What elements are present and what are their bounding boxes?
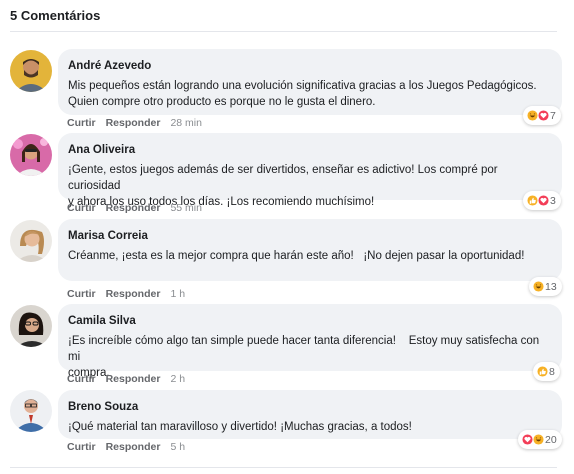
- comment-author[interactable]: Ana Oliveira: [68, 143, 552, 157]
- comment-author[interactable]: Camila Silva: [68, 314, 552, 328]
- reply-button[interactable]: Responder: [106, 202, 161, 214]
- reaction-count: 8: [549, 365, 555, 378]
- reply-button[interactable]: Responder: [106, 373, 161, 385]
- comment-time[interactable]: 2 h: [170, 373, 185, 385]
- reaction-count: 20: [545, 433, 557, 446]
- like-button[interactable]: Curtir: [67, 441, 96, 453]
- reply-button[interactable]: Responder: [106, 288, 161, 300]
- comment-actions: Curtir Responder 2 h: [67, 373, 185, 385]
- reaction-count: 3: [550, 194, 556, 207]
- reaction-count: 13: [545, 280, 557, 293]
- love-icon: [522, 434, 533, 445]
- comment-time[interactable]: 28 min: [170, 117, 202, 129]
- comment-bubble: Marisa Correia Créanme, ¡esta es la mejo…: [58, 219, 562, 281]
- avatar[interactable]: [10, 305, 52, 347]
- avatar[interactable]: [10, 50, 52, 92]
- haha-icon: [527, 110, 538, 121]
- like-button[interactable]: Curtir: [67, 117, 96, 129]
- haha-icon: [533, 281, 544, 292]
- comment-time[interactable]: 55 min: [170, 202, 202, 214]
- header-divider: [10, 31, 557, 32]
- like-button[interactable]: Curtir: [67, 288, 96, 300]
- comment-author[interactable]: Breno Souza: [68, 400, 552, 414]
- reply-button[interactable]: Responder: [106, 117, 161, 129]
- comment-text: Créanme, ¡esta es la mejor compra que ha…: [68, 250, 525, 262]
- comment-author[interactable]: Marisa Correia: [68, 229, 552, 243]
- comment-actions: Curtir Responder 1 h: [67, 288, 185, 300]
- avatar[interactable]: [10, 220, 52, 262]
- reactions-badge[interactable]: 8: [533, 362, 560, 381]
- comment-actions: Curtir Responder 55 min: [67, 202, 202, 214]
- avatar[interactable]: [10, 390, 52, 432]
- comment-text: Mis pequeños están logrando una evolució…: [68, 80, 537, 108]
- reactions-badge[interactable]: 20: [518, 430, 562, 449]
- like-button[interactable]: Curtir: [67, 373, 96, 385]
- haha-icon: [533, 434, 544, 445]
- avatar[interactable]: [10, 134, 52, 176]
- comment-time[interactable]: 1 h: [170, 288, 185, 300]
- reactions-badge[interactable]: 13: [529, 277, 562, 296]
- bottom-divider: [10, 467, 557, 468]
- reactions-badge[interactable]: 7: [523, 106, 561, 125]
- like-icon: [527, 195, 538, 206]
- love-icon: [538, 110, 549, 121]
- comments-count-title: 5 Comentários: [10, 8, 101, 23]
- comment-bubble: Camila Silva ¡Es increíble cómo algo tan…: [58, 304, 562, 379]
- reaction-count: 7: [550, 109, 556, 122]
- comment-bubble: Ana Oliveira ¡Gente, estos juegos además…: [58, 133, 562, 208]
- reactions-badge[interactable]: 3: [523, 191, 561, 210]
- comment-time[interactable]: 5 h: [170, 441, 185, 453]
- comment-text: ¡Qué material tan maravilloso y divertid…: [68, 421, 412, 433]
- like-icon: [537, 366, 548, 377]
- comment-bubble: Breno Souza ¡Qué material tan maravillos…: [58, 390, 562, 439]
- like-button[interactable]: Curtir: [67, 202, 96, 214]
- comment-author[interactable]: André Azevedo: [68, 59, 552, 73]
- comment-actions: Curtir Responder 28 min: [67, 117, 202, 129]
- reply-button[interactable]: Responder: [106, 441, 161, 453]
- comment-bubble: André Azevedo Mis pequeños están logrand…: [58, 49, 562, 115]
- comment-actions: Curtir Responder 5 h: [67, 441, 185, 453]
- love-icon: [538, 195, 549, 206]
